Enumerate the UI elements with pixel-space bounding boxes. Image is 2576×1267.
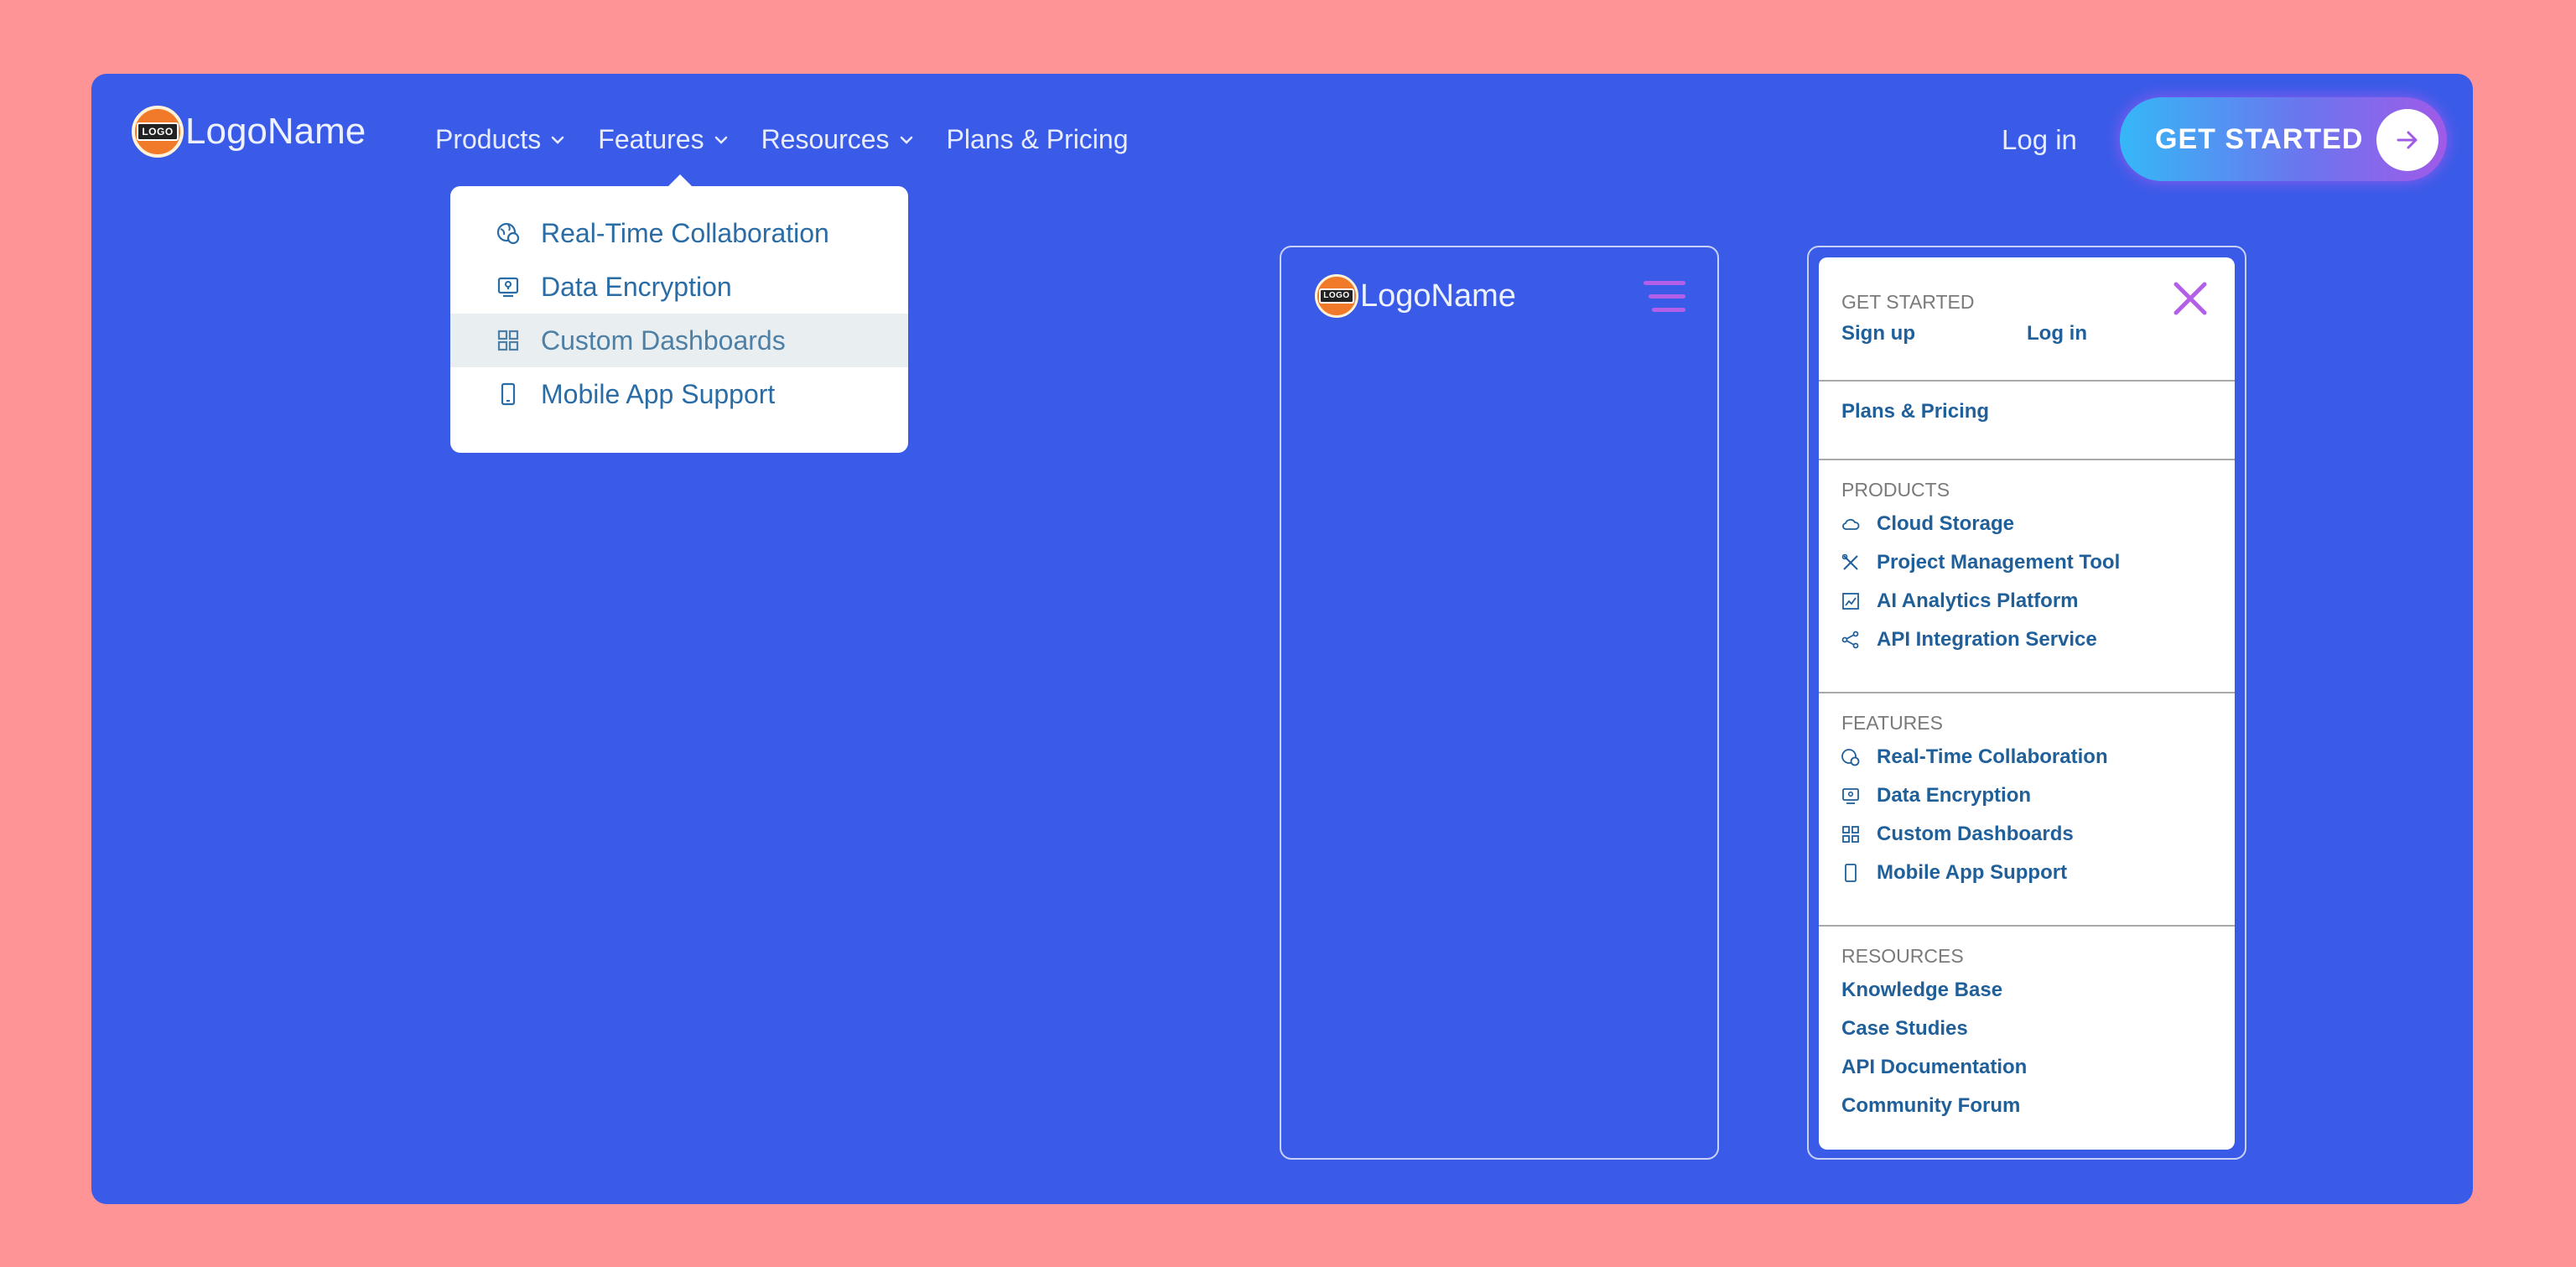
main-nav: Products Features Resources Plans & Pric…	[435, 124, 1162, 155]
mobile-feature-mobile-app-support[interactable]: Mobile App Support	[1841, 854, 2235, 892]
nav-products[interactable]: Products	[435, 124, 564, 155]
logo-badge-icon: LOGO	[132, 106, 184, 158]
nav-features-label: Features	[598, 124, 704, 154]
mobile-item-label: Project Management Tool	[1877, 551, 2121, 574]
mobile-plans-pricing-link[interactable]: Plans & Pricing	[1841, 400, 2235, 423]
brand-logo[interactable]: LOGO LogoName	[132, 106, 366, 158]
mobile-nav-open: GET STARTED Sign up Log in Plans & Prici…	[1807, 246, 2246, 1160]
nav-resources-label: Resources	[761, 124, 890, 154]
nav-plans-label: Plans & Pricing	[946, 124, 1129, 154]
mobile-resource-case-studies[interactable]: Case Studies	[1841, 1010, 2235, 1048]
mobile-item-label: Real-Time Collaboration	[1877, 745, 2108, 768]
nav-plans-pricing[interactable]: Plans & Pricing	[947, 124, 1129, 155]
mobile-product-api-integration[interactable]: API Integration Service	[1841, 621, 2235, 659]
divider	[1819, 459, 2235, 460]
mobile-product-cloud-storage[interactable]: Cloud Storage	[1841, 505, 2235, 543]
mobile-section-resources: RESOURCES Knowledge Base Case Studies AP…	[1819, 945, 2235, 1125]
divider	[1819, 692, 2235, 693]
section-heading: RESOURCES	[1841, 945, 1964, 967]
navbar-demo-frame: LOGO LogoName Products Features Resource…	[91, 74, 2473, 1204]
dropdown-item-custom-dashboards[interactable]: Custom Dashboards	[450, 314, 908, 367]
mobile-section-plans: Plans & Pricing	[1819, 400, 2235, 423]
mobile-login-link[interactable]: Log in	[2027, 322, 2087, 345]
mobile-resource-knowledge-base[interactable]: Knowledge Base	[1841, 971, 2235, 1010]
mobile-product-project-management[interactable]: Project Management Tool	[1841, 543, 2235, 582]
dropdown-item-data-encryption[interactable]: Data Encryption	[450, 260, 908, 314]
grid-icon	[1841, 825, 1860, 844]
mobile-item-label: Cloud Storage	[1877, 512, 2015, 535]
nav-resources[interactable]: Resources	[761, 124, 913, 155]
mobile-menu-card: GET STARTED Sign up Log in Plans & Prici…	[1819, 257, 2235, 1150]
phone-icon	[496, 382, 521, 407]
chevron-down-icon	[900, 133, 913, 147]
brand-name: LogoName	[1360, 278, 1516, 314]
chevron-down-icon	[714, 133, 728, 147]
mobile-resource-community-forum[interactable]: Community Forum	[1841, 1087, 2235, 1125]
mobile-item-label: Data Encryption	[1877, 784, 2032, 807]
section-heading: GET STARTED	[1841, 291, 1975, 313]
mobile-section-features: FEATURES Real-Time Collaboration Data En…	[1819, 712, 2235, 892]
share-nodes-icon	[1841, 631, 1860, 649]
dropdown-item-label: Data Encryption	[541, 271, 732, 302]
mobile-item-label: AI Analytics Platform	[1877, 589, 2079, 612]
mobile-feature-custom-dashboards[interactable]: Custom Dashboards	[1841, 815, 2235, 854]
signup-link[interactable]: Sign up	[1841, 322, 1915, 345]
dropdown-item-label: Custom Dashboards	[541, 325, 786, 356]
nav-products-label: Products	[435, 124, 542, 154]
mobile-feature-data-encryption[interactable]: Data Encryption	[1841, 776, 2235, 815]
hamburger-menu-icon[interactable]	[1644, 281, 1685, 314]
mobile-feature-realtime-collaboration[interactable]: Real-Time Collaboration	[1841, 738, 2235, 776]
cloud-icon	[1841, 515, 1860, 533]
mobile-item-label: API Integration Service	[1877, 628, 2097, 651]
divider	[1819, 380, 2235, 382]
dropdown-item-realtime-collaboration[interactable]: Real-Time Collaboration	[450, 206, 908, 260]
login-link[interactable]: Log in	[2002, 124, 2077, 156]
logo-badge-text: LOGO	[137, 122, 179, 141]
mobile-item-label: Mobile App Support	[1877, 861, 2068, 884]
arrow-right-icon	[2376, 109, 2438, 171]
logo-badge-text: LOGO	[1319, 288, 1354, 304]
divider	[1819, 925, 2235, 927]
brand-name: LogoName	[185, 111, 366, 152]
mobile-section-get-started: GET STARTED Sign up Log in	[1819, 291, 2235, 351]
chevron-down-icon	[551, 133, 564, 147]
chart-icon	[1841, 592, 1860, 610]
get-started-button[interactable]: GET STARTED	[2120, 97, 2447, 181]
globe-refresh-icon	[1841, 748, 1860, 766]
dropdown-item-label: Real-Time Collaboration	[541, 217, 829, 248]
lock-screen-icon	[496, 274, 521, 299]
dropdown-item-label: Mobile App Support	[541, 378, 776, 409]
mobile-product-ai-analytics[interactable]: AI Analytics Platform	[1841, 582, 2235, 621]
grid-icon	[496, 328, 521, 353]
tools-icon	[1841, 553, 1860, 572]
lock-screen-icon	[1841, 787, 1860, 805]
logo-badge-icon: LOGO	[1315, 274, 1358, 318]
get-started-label: GET STARTED	[2155, 122, 2364, 155]
features-dropdown: Real-Time Collaboration Data Encryption …	[450, 174, 908, 453]
section-heading: PRODUCTS	[1841, 479, 1950, 501]
mobile-resource-api-documentation[interactable]: API Documentation	[1841, 1048, 2235, 1087]
mobile-brand-logo[interactable]: LOGO LogoName	[1315, 274, 1516, 318]
section-heading: FEATURES	[1841, 712, 1943, 734]
phone-icon	[1841, 864, 1860, 882]
mobile-item-label: Custom Dashboards	[1877, 823, 2074, 845]
globe-refresh-icon	[496, 221, 521, 246]
dropdown-item-mobile-app-support[interactable]: Mobile App Support	[450, 367, 908, 421]
mobile-section-products: PRODUCTS Cloud Storage Project Managemen…	[1819, 479, 2235, 659]
nav-features[interactable]: Features	[598, 124, 727, 155]
mobile-nav-closed: LOGO LogoName	[1280, 246, 1719, 1160]
